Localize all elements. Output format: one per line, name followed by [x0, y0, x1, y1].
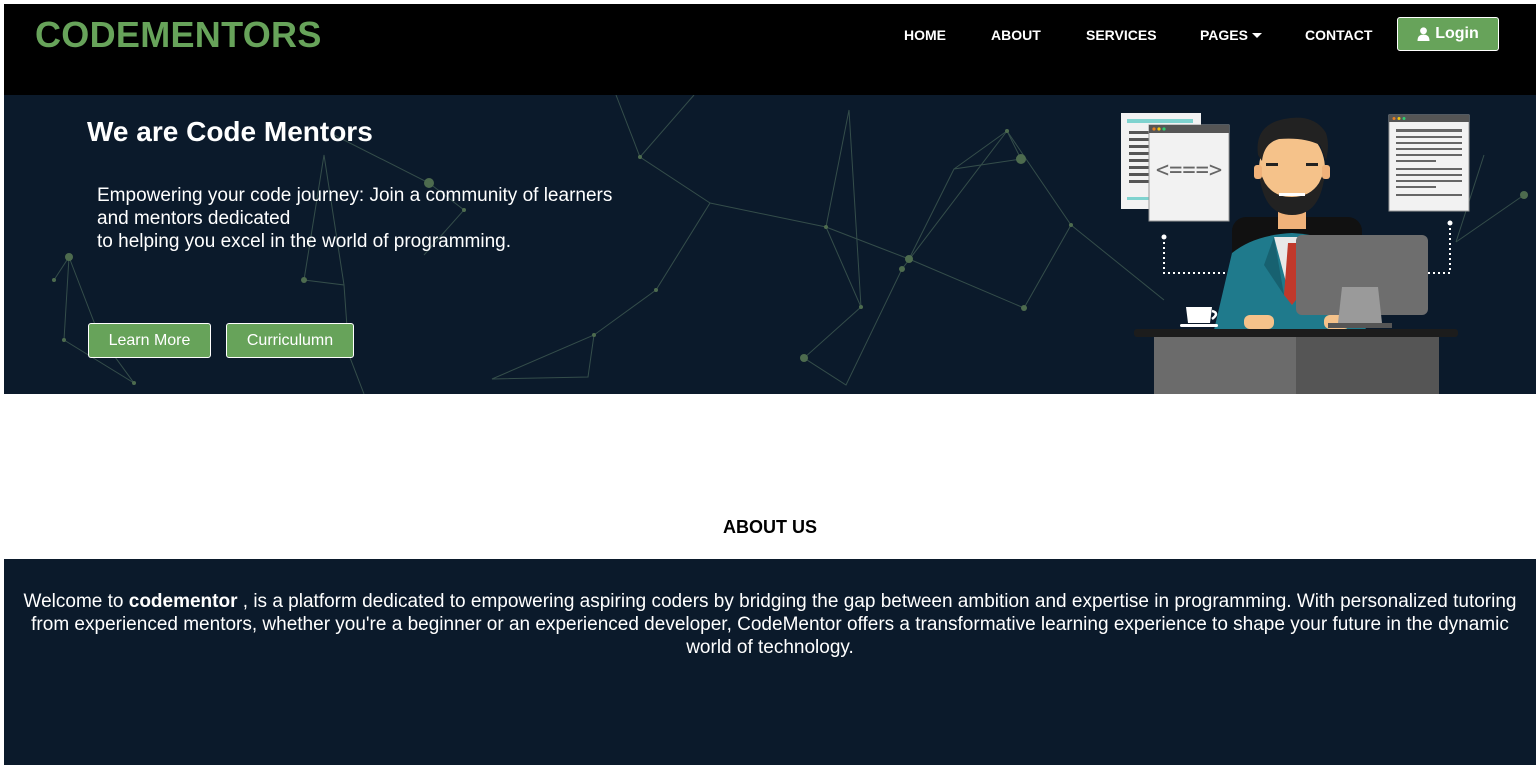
- hero-description: Empowering your code journey: Join a com…: [97, 184, 657, 253]
- curriculum-button[interactable]: Curriculumn: [226, 323, 354, 358]
- nav-pages-label: PAGES: [1200, 27, 1248, 43]
- nav-about[interactable]: ABOUT: [991, 27, 1041, 43]
- mentor-illustration: <===>: [1121, 113, 1470, 394]
- caret-down-icon: [1251, 33, 1262, 38]
- navbar: CODEMENTORS HOME ABOUT SERVICES PAGES CO…: [4, 4, 1536, 95]
- nav-home[interactable]: HOME: [904, 27, 946, 43]
- hero-line: Empowering your code journey: Join a com…: [97, 185, 613, 206]
- learn-more-button[interactable]: Learn More: [88, 323, 211, 358]
- code-glyph: <===>: [1156, 158, 1222, 183]
- nav-pages[interactable]: PAGES: [1200, 27, 1262, 43]
- nav-contact[interactable]: CONTACT: [1305, 27, 1372, 43]
- login-button[interactable]: Login: [1397, 17, 1499, 51]
- about-heading: ABOUT US: [723, 517, 817, 537]
- hero-section: We are Code Mentors Empowering your code…: [4, 95, 1536, 394]
- hero-line: to helping you excel in the world of pro…: [97, 231, 512, 252]
- login-label: Login: [1435, 25, 1479, 42]
- page: CODEMENTORS HOME ABOUT SERVICES PAGES CO…: [4, 4, 1536, 765]
- hero-line: and mentors dedicated: [97, 208, 291, 229]
- about-section: Welcome to codementor , is a platform de…: [4, 559, 1536, 765]
- about-text-body: , is a platform dedicated to empowering …: [31, 591, 1517, 658]
- about-text-intro: Welcome to: [23, 591, 129, 612]
- user-icon: [1417, 27, 1430, 41]
- hero-title: We are Code Mentors: [87, 116, 373, 147]
- nav-services[interactable]: SERVICES: [1086, 27, 1157, 43]
- about-brand-name: codementor: [128, 591, 238, 612]
- brand-logo[interactable]: CODEMENTORS: [35, 16, 322, 54]
- about-text: Welcome to codementor , is a platform de…: [14, 590, 1526, 659]
